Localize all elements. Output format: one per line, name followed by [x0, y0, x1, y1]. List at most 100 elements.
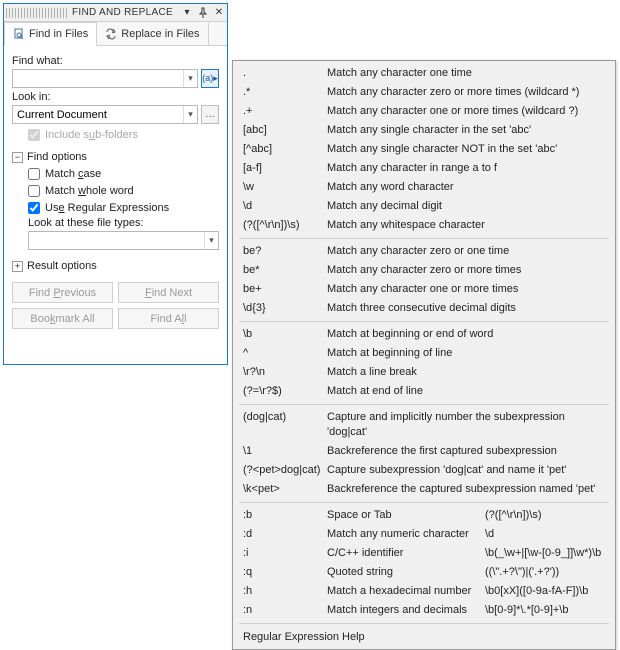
find-replace-panel: FIND AND REPLACE ▾ ✕ Find in Files Repla… [3, 3, 228, 365]
tabs: Find in Files Replace in Files [4, 22, 227, 46]
regex-desc: Capture and implicitly number the subexp… [327, 410, 605, 440]
regex-menu-item[interactable]: \k<pet>Backreference the captured subexp… [233, 480, 615, 499]
regex-desc: Match at beginning or end of word [327, 327, 605, 342]
regex-menu-item[interactable]: :nMatch integers and decimals\b[0-9]*\.*… [233, 601, 615, 620]
tab-replace-label: Replace in Files [121, 28, 199, 40]
regex-menu-item[interactable]: (?([^\r\n])\s)Match any whitespace chara… [233, 216, 615, 235]
tab-find-label: Find in Files [29, 28, 88, 40]
regex-desc: Backreference the captured subexpression… [327, 482, 605, 497]
find-next-button[interactable]: Find Next [118, 282, 219, 303]
title-text: FIND AND REPLACE [72, 7, 173, 18]
tab-find-in-files[interactable]: Find in Files [4, 22, 97, 46]
replace-icon [105, 28, 117, 40]
regex-pattern: .+ [243, 104, 327, 119]
regex-menu-item[interactable]: .Match any character one time [233, 64, 615, 83]
regex-menu-item[interactable]: :bSpace or Tab(?([^\r\n])\s) [233, 506, 615, 525]
regex-menu-item[interactable]: :dMatch any numeric character\d [233, 525, 615, 544]
grip[interactable] [6, 8, 68, 18]
regex-pattern: \1 [243, 444, 327, 459]
expand-icon[interactable]: + [12, 261, 23, 272]
look-in-select[interactable]: ▾ [12, 105, 198, 124]
regex-pattern: ^ [243, 346, 327, 361]
regex-pattern: :h [243, 584, 327, 599]
dropdown-icon[interactable]: ▾ [179, 6, 195, 20]
file-types-select[interactable]: ▾ [28, 231, 219, 250]
regex-menu-item[interactable]: be*Match any character zero or more time… [233, 261, 615, 280]
find-what-input[interactable] [13, 70, 183, 87]
regex-menu-item[interactable]: :qQuoted string((\".+?\")|('.+?')) [233, 563, 615, 582]
regex-menu-item[interactable]: ^Match at beginning of line [233, 344, 615, 363]
regex-menu-item[interactable]: (dog|cat)Capture and implicitly number t… [233, 408, 615, 442]
bookmark-all-button[interactable]: Bookmark All [12, 308, 113, 329]
regex-pattern: (dog|cat) [243, 410, 327, 440]
use-regex-checkbox[interactable] [28, 202, 40, 214]
regex-menu-item[interactable]: [a-f]Match any character in range a to f [233, 159, 615, 178]
regex-help-link[interactable]: Regular Expression Help [233, 627, 615, 646]
regex-desc: Match any character zero or more times [327, 263, 605, 278]
regex-menu-item[interactable]: be+Match any character one or more times [233, 280, 615, 299]
match-whole-word-label: Match whole word [45, 185, 134, 197]
separator [239, 623, 609, 624]
separator [239, 502, 609, 503]
file-types-input[interactable] [29, 232, 204, 249]
regex-menu-item[interactable]: \wMatch any word character [233, 178, 615, 197]
regex-menu-item[interactable]: \bMatch at beginning or end of word [233, 325, 615, 344]
tab-replace-in-files[interactable]: Replace in Files [97, 22, 208, 46]
file-types-dropdown[interactable]: ▾ [204, 232, 218, 249]
regex-desc: Match any decimal digit [327, 199, 605, 214]
find-what-dropdown[interactable]: ▾ [183, 70, 197, 87]
regex-desc: Match any character zero or more times (… [327, 85, 605, 100]
close-icon[interactable]: ✕ [211, 6, 227, 20]
regex-pattern: \d{3} [243, 301, 327, 316]
regex-pattern: be+ [243, 282, 327, 297]
regex-example: \b(_\w+|[\w-[0-9_]]\w*)\b [485, 546, 605, 561]
match-whole-word-checkbox[interactable] [28, 185, 40, 197]
expression-builder-button[interactable]: (a)▸ [201, 69, 219, 88]
find-what-input-wrap: ▾ [12, 69, 198, 88]
find-all-button[interactable]: Find All [118, 308, 219, 329]
regex-desc: Match any single character in the set 'a… [327, 123, 605, 138]
match-case-checkbox[interactable] [28, 168, 40, 180]
regex-pattern: .* [243, 85, 327, 100]
regex-menu-item[interactable]: :hMatch a hexadecimal number\b0[xX]([0-9… [233, 582, 615, 601]
find-options-header[interactable]: − Find options [12, 151, 219, 163]
regex-menu-item[interactable]: be?Match any character zero or one time [233, 242, 615, 261]
regex-example: \b0[xX]([0-9a-fA-F])\b [485, 584, 605, 599]
regex-desc: Match at beginning of line [327, 346, 605, 361]
regex-menu-item[interactable]: (?=\r?$)Match at end of line [233, 382, 615, 401]
regex-desc: C/C++ identifier [327, 546, 485, 561]
use-regex-label: Use Regular Expressions [45, 202, 169, 214]
regex-pattern: \k<pet> [243, 482, 327, 497]
regex-menu-item[interactable]: (?<pet>dog|cat)Capture subexpression 'do… [233, 461, 615, 480]
browse-button[interactable]: … [201, 105, 219, 124]
collapse-icon[interactable]: − [12, 152, 23, 163]
search-file-icon [13, 28, 25, 40]
regex-desc: Match any character in range a to f [327, 161, 605, 176]
regex-menu-item[interactable]: \d{3}Match three consecutive decimal dig… [233, 299, 615, 318]
regex-group-2: be?Match any character zero or one timeb… [233, 242, 615, 318]
regex-menu-item[interactable]: \dMatch any decimal digit [233, 197, 615, 216]
look-in-dropdown[interactable]: ▾ [183, 106, 197, 123]
regex-menu-item[interactable]: .*Match any character zero or more times… [233, 83, 615, 102]
regex-desc: Match any character zero or one time [327, 244, 605, 259]
look-in-input[interactable] [13, 106, 183, 123]
regex-menu-item[interactable]: [abc]Match any single character in the s… [233, 121, 615, 140]
regex-group-4: (dog|cat)Capture and implicitly number t… [233, 408, 615, 499]
find-previous-button[interactable]: Find Previous [12, 282, 113, 303]
pin-icon[interactable] [195, 6, 211, 20]
regex-desc: Match any numeric character [327, 527, 485, 542]
separator [239, 321, 609, 322]
regex-desc: Match three consecutive decimal digits [327, 301, 605, 316]
regex-menu-item[interactable]: \1Backreference the first captured subex… [233, 442, 615, 461]
result-options-header[interactable]: + Result options [12, 260, 219, 272]
regex-pattern: (?([^\r\n])\s) [243, 218, 327, 233]
regex-pattern: [abc] [243, 123, 327, 138]
regex-example: (?([^\r\n])\s) [485, 508, 605, 523]
regex-menu-item[interactable]: \r?\nMatch a line break [233, 363, 615, 382]
regex-pattern: be? [243, 244, 327, 259]
look-in-label: Look in: [12, 91, 219, 103]
regex-pattern: be* [243, 263, 327, 278]
regex-menu-item[interactable]: [^abc]Match any single character NOT in … [233, 140, 615, 159]
regex-menu-item[interactable]: .+Match any character one or more times … [233, 102, 615, 121]
regex-menu-item[interactable]: :iC/C++ identifier\b(_\w+|[\w-[0-9_]]\w*… [233, 544, 615, 563]
